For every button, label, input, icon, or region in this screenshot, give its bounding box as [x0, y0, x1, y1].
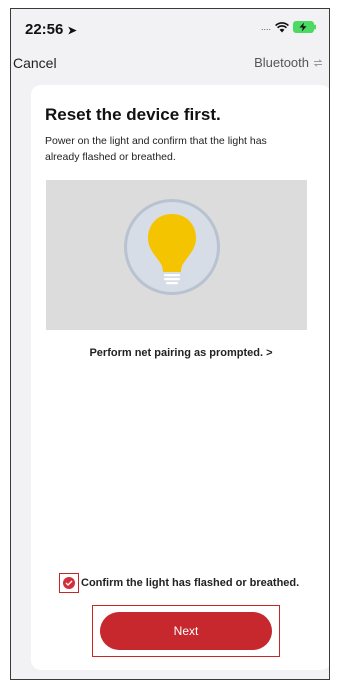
bluetooth-mode-button[interactable]: Bluetooth: [254, 55, 323, 70]
net-pairing-link[interactable]: Perform net pairing as prompted. >: [31, 347, 329, 359]
status-time-text: 22:56: [25, 21, 64, 38]
confirm-row[interactable]: Confirm the light has flashed or breathe…: [59, 573, 299, 593]
switch-arrows-icon: [313, 58, 323, 67]
status-bar: 22:56 ➤ ....: [11, 9, 329, 45]
phone-screen: 22:56 ➤ .... Cancel Bluetooth Reset the …: [10, 8, 330, 680]
device-illustration: [46, 180, 307, 330]
cancel-button[interactable]: Cancel: [13, 55, 57, 71]
location-arrow-icon: ➤: [67, 25, 77, 37]
reset-instructions-card: Reset the device first. Power on the lig…: [31, 85, 329, 670]
nav-bar: Cancel Bluetooth: [11, 55, 329, 81]
lightbulb-icon: [148, 214, 196, 285]
wifi-icon: [275, 21, 289, 32]
next-button-highlight: Next: [92, 605, 280, 657]
signal-text: ....: [260, 22, 271, 32]
page-title: Reset the device first.: [45, 105, 221, 124]
confirm-checkbox[interactable]: [59, 573, 79, 593]
status-indicators: ....: [261, 21, 317, 33]
confirm-label: Confirm the light has flashed or breathe…: [81, 577, 300, 589]
battery-charging-icon: [293, 21, 316, 33]
next-button[interactable]: Next: [100, 612, 272, 650]
bulb-circle: [124, 199, 220, 295]
status-time: 22:56 ➤: [25, 21, 77, 38]
bluetooth-mode-label: Bluetooth: [254, 55, 309, 70]
check-icon: [63, 577, 75, 589]
instruction-text: Power on the light and confirm that the …: [45, 135, 267, 163]
